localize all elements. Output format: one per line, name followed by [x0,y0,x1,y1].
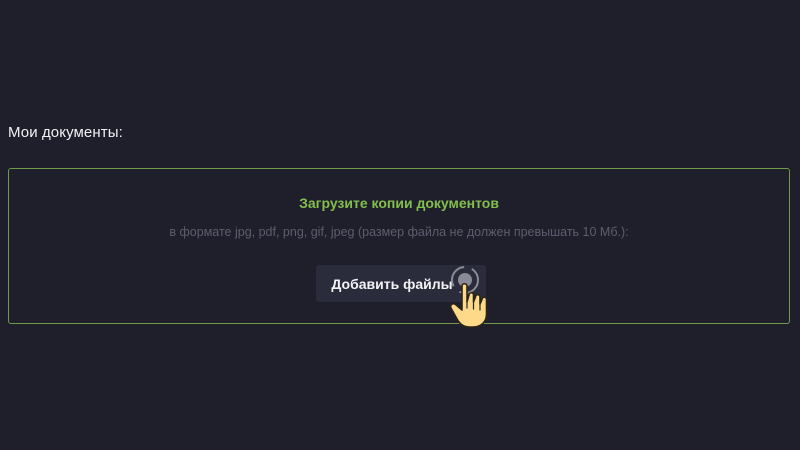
upload-hint: в формате jpg, pdf, png, gif, jpeg (разм… [169,225,629,239]
upload-heading: Загрузите копии документов [299,195,499,211]
upload-dropzone[interactable]: Загрузите копии документов в формате jpg… [8,168,790,324]
section-title: Мои документы: [8,124,123,141]
page: Мои документы: Загрузите копии документо… [0,0,800,450]
add-files-button-label: Добавить файлы [331,275,453,292]
add-files-button[interactable]: Добавить файлы [316,265,486,302]
